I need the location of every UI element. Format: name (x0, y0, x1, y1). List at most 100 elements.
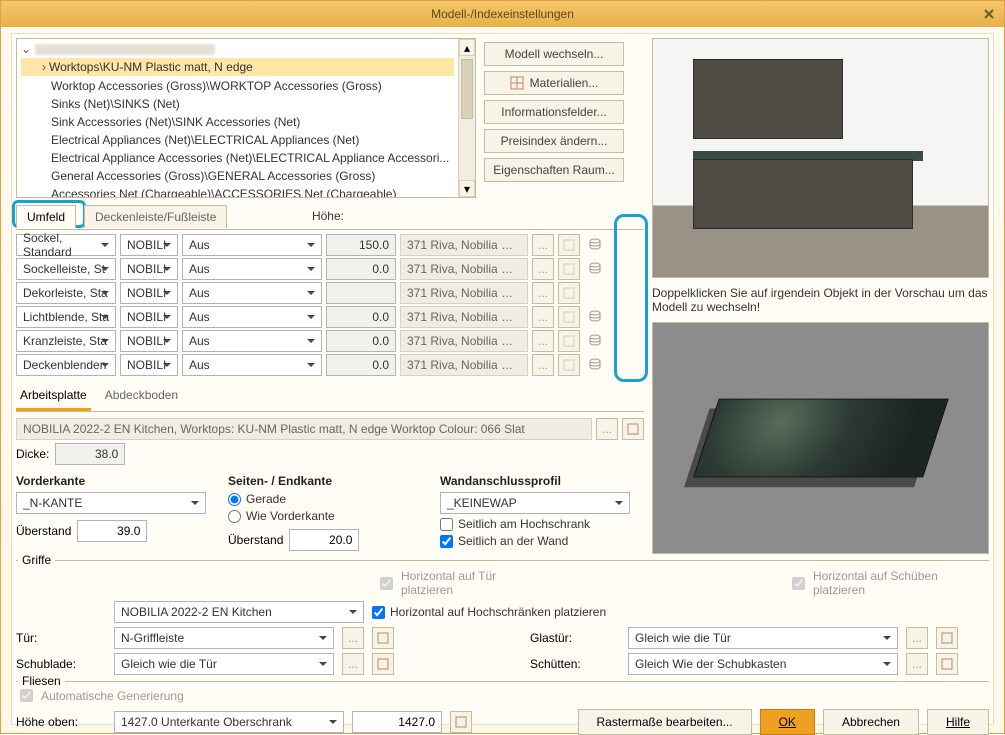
database-icon[interactable] (584, 306, 606, 328)
tab-deckenleiste[interactable]: Deckenleiste/Fußleiste (84, 205, 227, 228)
cancel-button[interactable]: Abbrechen (823, 709, 919, 735)
row-type-combo[interactable]: Deckenblenden (16, 354, 116, 376)
raster-button[interactable]: Rastermaße bearbeiten... (578, 709, 752, 735)
row-more-button[interactable]: ... (532, 306, 554, 328)
glas-combo[interactable]: Gleich wie die Tür (628, 627, 898, 649)
seiten-label: Seiten- / Endkante (228, 474, 432, 488)
row-mode-combo[interactable]: Aus (182, 354, 322, 376)
help-button[interactable]: Hilfe (927, 709, 989, 735)
priceindex-button[interactable]: Preisindex ändern... (484, 129, 624, 153)
schub-more[interactable]: ... (342, 653, 364, 675)
row-brand-combo[interactable]: NOBILI (120, 306, 178, 328)
check-horiz-hoch[interactable]: Horizontal auf Hochschränken platzieren (372, 605, 606, 619)
hoehe-oben-input[interactable] (352, 711, 442, 733)
row-mat-button[interactable] (558, 354, 580, 376)
schuett-mat[interactable] (936, 653, 958, 675)
griffe-model-combo[interactable]: NOBILIA 2022-2 EN Kitchen (114, 601, 364, 623)
row-type-combo[interactable]: Sockelleiste, St (16, 258, 116, 280)
row-mode-combo[interactable]: Aus (182, 330, 322, 352)
tree-item[interactable]: Accessories Net (Chargeable)\ACCESSORIES… (21, 185, 454, 197)
scroll-thumb[interactable] (461, 59, 473, 119)
tree-item[interactable]: Electrical Appliance Accessories (Net)\E… (21, 149, 454, 167)
row-mode-combo[interactable]: Aus (182, 282, 322, 304)
database-icon[interactable] (584, 330, 606, 352)
row-more-button[interactable]: ... (532, 258, 554, 280)
row-mat-button[interactable] (558, 234, 580, 256)
close-button[interactable] (980, 5, 998, 23)
ueberstand-label: Überstand (16, 524, 71, 538)
preview-3d[interactable] (652, 38, 989, 278)
tab-umfeld[interactable]: Umfeld (16, 205, 76, 228)
database-icon[interactable] (584, 354, 606, 376)
ok-button[interactable]: OK (760, 709, 815, 735)
scroll-up-icon[interactable]: ▴ (459, 39, 475, 56)
tab-arbeitsplatte[interactable]: Arbeitsplatte (16, 384, 91, 411)
worktop-more-button[interactable]: ... (596, 418, 618, 440)
glas-mat[interactable] (936, 627, 958, 649)
roomprops-button[interactable]: Eigenschaften Raum... (484, 158, 624, 182)
schuett-combo[interactable]: Gleich Wie der Schubkasten (628, 653, 898, 675)
row-type-combo[interactable]: Kranzleiste, Sta (16, 330, 116, 352)
row-type-combo[interactable]: Dekorleiste, Sta (16, 282, 116, 304)
row-brand-combo[interactable]: NOBILI (120, 258, 178, 280)
schub-mat[interactable] (372, 653, 394, 675)
glas-more[interactable]: ... (906, 627, 928, 649)
row-mat-button[interactable] (558, 330, 580, 352)
row-mat-button[interactable] (558, 282, 580, 304)
row-mode-combo[interactable]: Aus (182, 234, 322, 256)
database-icon[interactable] (584, 234, 606, 256)
tree-selected[interactable]: ›Worktops\KU-NM Plastic matt, N edge (21, 58, 454, 76)
row-height (326, 282, 396, 304)
check-seitlich-hoch[interactable]: Seitlich am Hochschrank (440, 517, 644, 531)
tur-mat[interactable] (372, 627, 394, 649)
row-type-combo[interactable]: Lichtblende, Sta (16, 306, 116, 328)
ueberstand-vk-input[interactable] (77, 520, 147, 542)
tree-item[interactable]: General Accessories (Gross)\GENERAL Acce… (21, 167, 454, 185)
schuett-more[interactable]: ... (906, 653, 928, 675)
row-brand-combo[interactable]: NOBILI (120, 354, 178, 376)
tree-item[interactable]: Electrical Appliances (Net)\ELECTRICAL A… (21, 131, 454, 149)
chevron-right-icon: › (39, 59, 49, 75)
tur-more[interactable]: ... (342, 627, 364, 649)
row-more-button[interactable]: ... (532, 354, 554, 376)
tree-item[interactable]: Sinks (Net)\SINKS (Net) (21, 95, 454, 113)
tree-item[interactable]: Sink Accessories (Net)\SINK Accessories … (21, 113, 454, 131)
row-mode-combo[interactable]: Aus (182, 258, 322, 280)
row-more-button[interactable]: ... (532, 330, 554, 352)
check-seitlich-wand[interactable]: Seitlich an der Wand (440, 534, 644, 548)
infofields-button[interactable]: Informationsfelder... (484, 100, 624, 124)
row-height: 0.0 (326, 258, 396, 280)
catalog-tree[interactable]: ⌄ ›Worktops\KU-NM Plastic matt, N edge W… (16, 38, 476, 198)
vorderkante-label: Vorderkante (16, 474, 220, 488)
preview-base-cabinet (693, 159, 913, 229)
row-brand-combo[interactable]: NOBILI (120, 234, 178, 256)
wap-combo[interactable]: _KEINEWAP (440, 492, 630, 514)
row-type-combo[interactable]: Sockel, Standard (16, 234, 116, 256)
vorderkante-combo[interactable]: _N-KANTE (16, 492, 206, 514)
row-brand-combo[interactable]: NOBILI (120, 330, 178, 352)
scroll-down-icon[interactable]: ▾ (459, 180, 475, 197)
dicke-label: Dicke: (16, 447, 49, 461)
switch-model-button[interactable]: Modell wechseln... (484, 42, 624, 66)
materials-button[interactable]: Materialien... (484, 71, 624, 95)
tree-item[interactable]: Worktop Accessories (Gross)\WORKTOP Acce… (21, 77, 454, 95)
tree-scrollbar[interactable]: ▴ ▾ (458, 39, 475, 197)
preview-material[interactable] (652, 322, 989, 554)
worktop-mat-button[interactable] (622, 418, 644, 440)
database-icon[interactable] (584, 258, 606, 280)
row-more-button[interactable]: ... (532, 234, 554, 256)
row-mat-button[interactable] (558, 306, 580, 328)
radio-gerade[interactable]: Gerade (228, 492, 432, 506)
row-more-button[interactable]: ... (532, 282, 554, 304)
tab-abdeckboden[interactable]: Abdeckboden (101, 384, 182, 411)
row-brand-combo[interactable]: NOBILI (120, 282, 178, 304)
hoehe-mat[interactable] (450, 711, 472, 733)
row-mat-button[interactable] (558, 258, 580, 280)
radio-wievk[interactable]: Wie Vorderkante (228, 509, 432, 523)
row-mode-combo[interactable]: Aus (182, 306, 322, 328)
ueberstand-seite-input[interactable] (289, 529, 359, 551)
schub-combo[interactable]: Gleich wie die Tür (114, 653, 334, 675)
hoehe-oben-combo[interactable]: 1427.0 Unterkante Oberschrank (114, 711, 344, 733)
worktop-description: NOBILIA 2022-2 EN Kitchen, Worktops: KU-… (16, 418, 592, 440)
tur-combo[interactable]: N-Griffleiste (114, 627, 334, 649)
